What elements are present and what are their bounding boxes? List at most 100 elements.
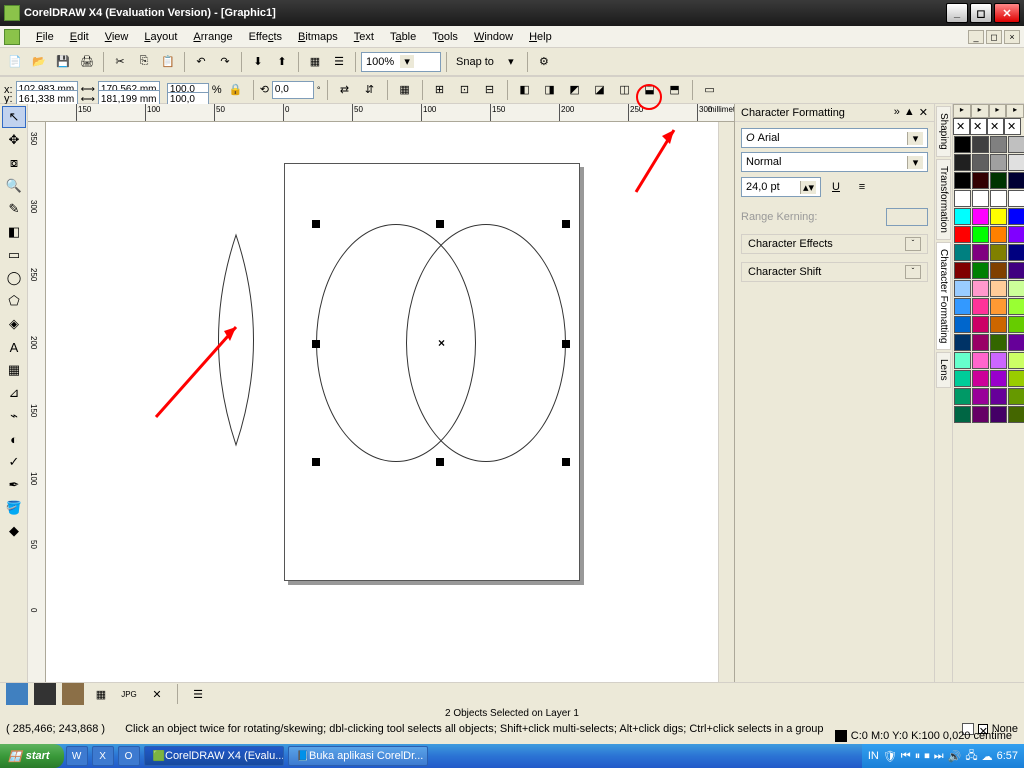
menu-text[interactable]: Text <box>346 29 382 45</box>
handle-w[interactable] <box>312 340 320 348</box>
color-swatch[interactable] <box>1008 262 1024 279</box>
color-swatch[interactable] <box>972 154 989 171</box>
hint-delete-icon[interactable]: ✕ <box>146 683 168 705</box>
fill-tool[interactable]: 🪣 <box>2 497 26 519</box>
color-swatch[interactable] <box>972 244 989 261</box>
palette-up-1[interactable]: ▸ <box>953 104 971 118</box>
color-swatch[interactable] <box>972 388 989 405</box>
tray-cloud-icon[interactable]: ☁ <box>982 750 993 763</box>
ungroup-all-button[interactable]: ⊟ <box>479 79 501 101</box>
horizontal-ruler[interactable]: millimeters 15010050050100150200250300 <box>28 104 734 122</box>
text-tool[interactable]: A <box>2 336 26 358</box>
menu-table[interactable]: Table <box>382 29 424 45</box>
language-indicator[interactable]: IN <box>868 750 879 762</box>
lock-ratio-button[interactable]: 🔒 <box>225 79 247 101</box>
color-swatch[interactable] <box>972 352 989 369</box>
new-button[interactable]: 📄 <box>4 51 26 73</box>
color-swatch[interactable] <box>954 154 971 171</box>
color-swatch[interactable] <box>972 226 989 243</box>
vtab-transformation[interactable]: Transformation <box>936 159 951 240</box>
quick-launch-word[interactable]: W <box>66 746 88 766</box>
docker-title[interactable]: Character Formatting » ▲ ✕ <box>735 104 934 122</box>
strikethrough-button[interactable]: ≡ <box>851 176 873 198</box>
color-swatch[interactable] <box>954 316 971 333</box>
print-button[interactable]: 🖨 <box>76 51 98 73</box>
mirror-h-button[interactable]: ⇄ <box>334 79 356 101</box>
font-size-combo[interactable]: 24,0 pt▴▾ <box>741 177 821 197</box>
eyedropper-tool[interactable]: ✓ <box>2 451 26 473</box>
group-button[interactable]: ⊡ <box>454 79 476 101</box>
font-combo[interactable]: O Arial▾ <box>741 128 928 148</box>
interactive-tool[interactable]: ◐ <box>2 428 26 450</box>
zoom-combo[interactable]: 100%▾ <box>361 52 441 72</box>
ellipse-tool[interactable]: ◯ <box>2 267 26 289</box>
font-style-combo[interactable]: Normal▾ <box>741 152 928 172</box>
ellipse-right[interactable] <box>406 224 566 462</box>
smart-fill-tool[interactable]: ◧ <box>2 221 26 243</box>
quick-launch-opera[interactable]: O <box>118 746 140 766</box>
color-swatch[interactable] <box>990 172 1007 189</box>
color-swatch[interactable] <box>972 298 989 315</box>
color-swatch[interactable] <box>1008 316 1024 333</box>
hint-jpg-icon[interactable]: JPG <box>118 683 140 705</box>
task-coreldraw[interactable]: 🟩 CorelDRAW X4 (Evalu... <box>144 746 284 766</box>
dimension-tool[interactable]: ⊿ <box>2 382 26 404</box>
menu-bitmaps[interactable]: Bitmaps <box>290 29 346 45</box>
mirror-v-button[interactable]: ⇵ <box>359 79 381 101</box>
menu-edit[interactable]: Edit <box>62 29 97 45</box>
basic-shapes-tool[interactable]: ◈ <box>2 313 26 335</box>
color-swatch[interactable] <box>990 370 1007 387</box>
boundary-button[interactable]: ▭ <box>699 79 721 101</box>
color-swatch[interactable] <box>954 136 971 153</box>
handle-se[interactable] <box>562 458 570 466</box>
simplify-button[interactable]: ◫ <box>614 79 636 101</box>
color-swatch[interactable] <box>990 136 1007 153</box>
polygon-tool[interactable]: ⬠ <box>2 290 26 312</box>
color-swatch[interactable] <box>990 316 1007 333</box>
color-swatch[interactable] <box>954 388 971 405</box>
no-fill-swatch-3[interactable] <box>987 118 1004 135</box>
menu-effects[interactable]: Effects <box>241 29 290 45</box>
character-effects-row[interactable]: Character Effectsˇ <box>741 234 928 254</box>
handle-ne[interactable] <box>562 220 570 228</box>
color-swatch[interactable] <box>954 334 971 351</box>
no-fill-swatch-2[interactable] <box>970 118 987 135</box>
color-swatch[interactable] <box>972 190 989 207</box>
shape-tool[interactable]: ✥ <box>2 129 26 151</box>
mdi-close-button[interactable]: × <box>1004 30 1020 44</box>
menu-help[interactable]: Help <box>521 29 560 45</box>
tray-next-icon[interactable]: ⏭ <box>934 750 944 763</box>
hint-grid-icon[interactable]: ▦ <box>90 683 112 705</box>
tray-shield-icon[interactable]: 🛡 <box>883 750 897 763</box>
color-swatch[interactable] <box>990 280 1007 297</box>
handle-n[interactable] <box>436 220 444 228</box>
task-word-doc[interactable]: 📘 Buka aplikasi CorelDr... <box>288 746 428 766</box>
vtab-shaping[interactable]: Shaping <box>936 106 951 157</box>
welcome-button[interactable]: ☰ <box>328 51 350 73</box>
app-launcher-button[interactable]: ▦ <box>304 51 326 73</box>
color-swatch[interactable] <box>990 226 1007 243</box>
vtab-character-formatting[interactable]: Character Formatting <box>936 242 951 350</box>
docker-roll-icon[interactable]: ▲ <box>904 106 915 119</box>
color-swatch[interactable] <box>954 352 971 369</box>
tray-network-icon[interactable]: 🖧 <box>965 747 977 766</box>
connector-tool[interactable]: ⌁ <box>2 405 26 427</box>
color-swatch[interactable] <box>954 298 971 315</box>
color-swatch[interactable] <box>990 208 1007 225</box>
no-fill-swatch-4[interactable] <box>1004 118 1021 135</box>
system-tray[interactable]: IN 🛡 ⏮ ⏸ ⏹ ⏭ 🔊 🖧 ☁ 6:57 <box>862 744 1024 768</box>
pick-tool[interactable]: ↖ <box>2 106 26 128</box>
handle-sw[interactable] <box>312 458 320 466</box>
menu-window[interactable]: Window <box>466 29 521 45</box>
snap-dropdown[interactable]: ▾ <box>500 51 522 73</box>
color-swatch[interactable] <box>990 190 1007 207</box>
color-swatch[interactable] <box>972 172 989 189</box>
minimize-button[interactable]: _ <box>946 3 968 23</box>
combine-button[interactable]: ◧ <box>514 79 536 101</box>
paste-button[interactable]: 📋 <box>157 51 179 73</box>
color-swatch[interactable] <box>990 388 1007 405</box>
menu-arrange[interactable]: Arrange <box>185 29 240 45</box>
lens-shape[interactable] <box>196 230 276 450</box>
open-button[interactable]: 📂 <box>28 51 50 73</box>
color-swatch[interactable] <box>1008 406 1024 423</box>
